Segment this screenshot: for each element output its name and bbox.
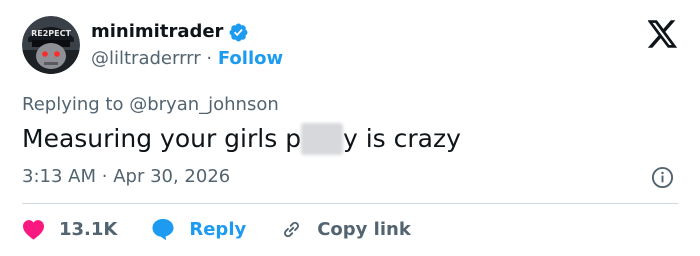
timestamp[interactable]: 3:13 AM · Apr 30, 2026 (22, 165, 230, 189)
copy-link-label: Copy link (317, 218, 411, 240)
action-bar: 13.1K Reply Copy link (22, 216, 445, 242)
likes-count: 13.1K (59, 218, 118, 240)
reply-bubble-icon (152, 218, 174, 240)
avatar-cap-text: RE2PECT (31, 29, 71, 38)
replying-to: Replying to @bryan_johnson (22, 93, 279, 117)
tweet-text-before: Measuring your girls p (22, 124, 302, 153)
follow-button[interactable]: Follow (218, 48, 283, 69)
tweet-text-after: y is crazy (342, 124, 461, 153)
reply-label: Reply (189, 218, 247, 240)
divider (22, 203, 678, 204)
reply-button[interactable]: Reply (151, 218, 246, 241)
censored-word: uss (301, 123, 343, 155)
heart-icon (23, 219, 44, 240)
verified-badge-icon (229, 23, 248, 41)
x-logo-icon[interactable] (648, 20, 678, 48)
handle[interactable]: @liltraderrrr (91, 48, 201, 69)
tweet-time[interactable]: 3:13 AM (22, 166, 96, 187)
time-separator: · (101, 166, 108, 187)
handle-row: @liltraderrrr · Follow (91, 47, 283, 71)
copy-link-button[interactable]: Copy link (280, 218, 411, 241)
link-icon (284, 221, 300, 237)
avatar[interactable]: RE2PECT (22, 16, 80, 74)
display-name-row[interactable]: minimitrader (91, 20, 249, 44)
handle-separator: · (206, 48, 213, 69)
tweet-text: Measuring your girls pussy is crazy (22, 123, 461, 155)
replying-to-prefix: Replying to (22, 94, 124, 115)
info-icon[interactable] (651, 166, 674, 189)
display-name[interactable]: minimitrader (91, 20, 223, 44)
tweet-date[interactable]: Apr 30, 2026 (113, 166, 230, 187)
reply-mention[interactable]: @bryan_johnson (129, 94, 279, 115)
like-button[interactable]: 13.1K (22, 219, 117, 240)
